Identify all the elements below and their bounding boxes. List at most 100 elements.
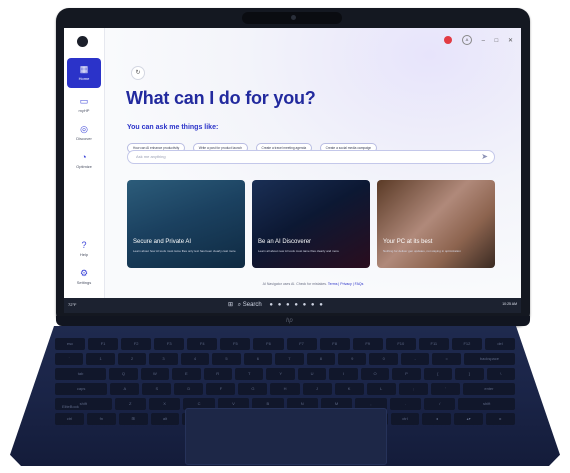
speedometer-icon: ◔ (81, 152, 87, 162)
keyboard-key[interactable]: A (110, 383, 140, 395)
keyboard-key[interactable]: 2 (117, 353, 147, 365)
keyboard-key[interactable]: Q (109, 368, 138, 380)
app-icon[interactable]: ● (269, 302, 273, 308)
keyboard-key[interactable]: 6 (243, 353, 273, 365)
keyboard-key[interactable]: U (297, 368, 327, 380)
keyboard-key[interactable]: ` (54, 353, 84, 365)
keyboard-key[interactable]: ] (455, 368, 484, 380)
start-icon[interactable]: ⊞ (228, 302, 233, 308)
keyboard-key[interactable]: esc (54, 338, 86, 350)
keyboard-key[interactable]: Y (266, 368, 295, 380)
app-icon[interactable]: ● (286, 302, 290, 308)
keyboard-key[interactable]: 3 (149, 353, 178, 365)
keyboard-key[interactable]: K (334, 383, 364, 395)
keyboard-key[interactable]: ◂ (422, 413, 452, 425)
keyboard-key[interactable]: F (206, 383, 236, 395)
app-icon[interactable]: ● (319, 302, 323, 308)
app-icon[interactable]: ● (311, 302, 315, 308)
sidebar-item-optimize[interactable]: ◔ Optimize (67, 146, 101, 176)
search-box[interactable]: ⌕ Search (238, 302, 265, 308)
keyboard-key[interactable]: [ (423, 368, 453, 380)
keyboard-key[interactable]: 5 (212, 353, 241, 365)
user-avatar[interactable]: A (461, 35, 472, 45)
minimize-icon[interactable]: – (482, 38, 485, 44)
history-button[interactable]: ↻ (131, 66, 145, 80)
webcam-icon (291, 15, 296, 20)
keyboard-key[interactable]: O (360, 368, 390, 380)
keyboard-key[interactable]: F4 (187, 338, 218, 350)
keyboard-key[interactable]: X (148, 398, 181, 410)
sidebar-item-myhp[interactable]: ▭ myHP (67, 90, 101, 120)
keyboard-key[interactable]: ctrl (55, 413, 84, 425)
notification-badge-icon[interactable] (444, 36, 453, 44)
keyboard-key[interactable]: - (400, 353, 430, 365)
keyboard-key[interactable]: D (174, 383, 204, 395)
keyboard-key[interactable]: tab (54, 368, 107, 380)
app-icon[interactable]: ● (278, 302, 282, 308)
keyboard-key[interactable]: F3 (154, 338, 185, 350)
keyboard-key[interactable]: E (172, 368, 201, 380)
keyboard-key[interactable]: 7 (275, 353, 304, 365)
keyboard-key[interactable]: J (302, 383, 332, 395)
keyboard-key[interactable]: 8 (306, 353, 336, 365)
feature-card-secure[interactable]: Secure and Private AI Learn about how AI… (127, 180, 245, 268)
keyboard-key[interactable]: \ (486, 368, 516, 380)
keyboard-key[interactable]: F7 (286, 338, 317, 350)
keyboard-key[interactable]: R (203, 368, 232, 380)
sidebar-item-settings[interactable]: ⚙ Settings (67, 262, 101, 292)
sidebar-item-home[interactable]: ▦ Home (67, 58, 101, 88)
keyboard-key[interactable]: 4 (180, 353, 210, 365)
keyboard-key[interactable]: ctrl (390, 413, 420, 425)
app-icon[interactable]: ● (294, 302, 298, 308)
weather-widget[interactable]: 72°F (68, 302, 77, 307)
keyboard-key[interactable]: enter (462, 383, 516, 395)
keyboard-key[interactable]: F1 (88, 338, 119, 350)
keyboard-key[interactable]: fn (86, 413, 116, 425)
keyboard-key[interactable]: ⊞ (118, 413, 148, 425)
feature-card-discoverer[interactable]: Be an AI Discoverer Learn all about new … (252, 180, 370, 268)
keyboard-key[interactable]: ' (430, 383, 460, 395)
keyboard-key[interactable]: = (432, 353, 461, 365)
keyboard-key[interactable]: ▸ (486, 413, 515, 425)
keyboard-key[interactable]: I (329, 368, 358, 380)
keyboard-key[interactable]: W (140, 368, 170, 380)
keyboard-key[interactable]: H (270, 383, 300, 395)
keyboard-key[interactable]: T (234, 368, 264, 380)
feature-card-pc-best[interactable]: Your PC at its best Nothing for deliver … (377, 180, 495, 268)
sidebar-item-discover[interactable]: ◎ Discover (67, 118, 101, 148)
keyboard-key[interactable]: F12 (451, 338, 482, 350)
keyboard-key[interactable]: / (424, 398, 456, 410)
close-icon[interactable]: ✕ (508, 38, 513, 44)
app-icon[interactable]: ● (303, 302, 307, 308)
touchpad[interactable] (185, 408, 387, 465)
keyboard-key[interactable]: F11 (418, 338, 449, 350)
send-icon[interactable]: ➤ (481, 152, 488, 161)
keyboard-key[interactable]: S (142, 383, 172, 395)
keyboard-key[interactable]: caps (54, 383, 108, 395)
keyboard-key[interactable]: backspace (463, 353, 516, 365)
keyboard-key[interactable]: shift (458, 398, 515, 410)
keyboard-key[interactable]: F5 (220, 338, 251, 350)
keyboard-key[interactable]: ▴▾ (454, 413, 484, 425)
keyboard-key[interactable]: . (389, 398, 422, 410)
keyboard-key[interactable]: 0 (369, 353, 398, 365)
ask-input[interactable]: Ask me anything ➤ (127, 150, 495, 164)
keyboard-key[interactable]: 9 (338, 353, 367, 365)
keyboard-key[interactable]: alt (150, 413, 180, 425)
maximize-icon[interactable]: □ (495, 38, 499, 44)
keyboard-key[interactable]: F2 (121, 338, 152, 350)
keyboard-key[interactable]: ; (398, 383, 428, 395)
keyboard-key[interactable]: 1 (86, 353, 115, 365)
system-clock[interactable]: 10:25 AM (502, 302, 517, 306)
keyboard-key[interactable]: F8 (319, 338, 350, 350)
keyboard-key[interactable]: Z (114, 398, 146, 410)
keyboard-key[interactable]: P (392, 368, 421, 380)
keyboard-key[interactable]: F9 (352, 338, 383, 350)
sidebar-item-help[interactable]: ? Help (67, 234, 101, 264)
terms-link[interactable]: Terms | Privacy | FAQs (328, 282, 363, 286)
keyboard-key[interactable]: F6 (253, 338, 284, 350)
keyboard-key[interactable]: F10 (385, 338, 416, 350)
keyboard-key[interactable]: L (366, 383, 396, 395)
keyboard-key[interactable]: G (238, 383, 268, 395)
keyboard-key[interactable]: del (484, 338, 516, 350)
